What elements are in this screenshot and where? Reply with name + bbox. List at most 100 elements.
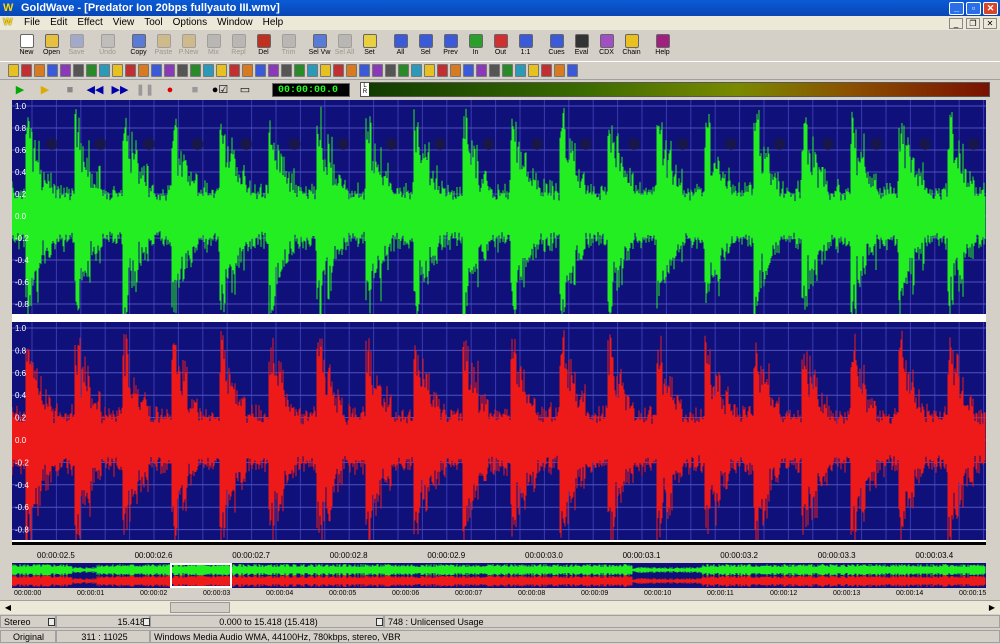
minimize-button[interactable]: _: [949, 1, 964, 15]
save-button[interactable]: Save: [64, 31, 89, 59]
effect-41-icon[interactable]: [528, 64, 539, 77]
cue-marker[interactable]: [94, 138, 107, 150]
scroll-right-icon[interactable]: ▶: [986, 602, 998, 613]
overview-view-window[interactable]: [170, 563, 232, 588]
overview-waveform[interactable]: [12, 563, 986, 588]
maximize-button[interactable]: ▫: [966, 1, 981, 15]
pause-icon[interactable]: ❚❚: [135, 83, 155, 97]
effect-34-icon[interactable]: [437, 64, 448, 77]
menu-tool[interactable]: Tool: [139, 16, 167, 30]
effect-8-icon[interactable]: [99, 64, 110, 77]
new-button[interactable]: New: [14, 31, 39, 59]
effect-16-icon[interactable]: [203, 64, 214, 77]
effect-43-icon[interactable]: [554, 64, 565, 77]
menu-file[interactable]: File: [19, 16, 45, 30]
cue-marker[interactable]: [434, 138, 446, 150]
cue-marker[interactable]: [773, 138, 786, 150]
menu-help[interactable]: Help: [258, 16, 289, 30]
effect-22-icon[interactable]: [281, 64, 292, 77]
effect-24-icon[interactable]: [307, 64, 318, 77]
out-button[interactable]: Out: [488, 31, 513, 59]
effect-9-icon[interactable]: [112, 64, 123, 77]
prev-button[interactable]: Prev: [438, 31, 463, 59]
sel-button[interactable]: Sel: [413, 31, 438, 59]
effect-38-icon[interactable]: [489, 64, 500, 77]
effect-17-icon[interactable]: [216, 64, 227, 77]
cue-marker[interactable]: [482, 138, 495, 150]
paste-button[interactable]: Paste: [151, 31, 176, 59]
eval-button[interactable]: Eval: [569, 31, 594, 59]
cue-marker[interactable]: [919, 138, 931, 150]
undo-button[interactable]: Undo: [95, 31, 120, 59]
cue-marker[interactable]: [676, 138, 689, 150]
sel-vw-button[interactable]: Sel Vw: [307, 31, 332, 59]
cue-marker[interactable]: [337, 138, 349, 150]
play-icon[interactable]: ▶: [10, 83, 30, 97]
cue-marker[interactable]: [143, 138, 155, 150]
effect-1-icon[interactable]: [8, 64, 19, 77]
cue-marker[interactable]: [240, 138, 252, 150]
effect-27-icon[interactable]: [346, 64, 357, 77]
left-channel[interactable]: 1.0 0.8 0.6 0.4 0.2 0.0 -0.2 -0.4 -0.6 -0.8: [12, 100, 986, 314]
cue-marker[interactable]: [385, 138, 398, 150]
open-button[interactable]: Open: [39, 31, 64, 59]
effect-4-icon[interactable]: [47, 64, 58, 77]
effect-10-icon[interactable]: [125, 64, 136, 77]
record-stop-icon[interactable]: ■: [185, 83, 205, 97]
cues-button[interactable]: Cues: [544, 31, 569, 59]
effect-40-icon[interactable]: [515, 64, 526, 77]
doc-close-button[interactable]: ✕: [983, 17, 997, 29]
menu-effect[interactable]: Effect: [72, 16, 107, 30]
del-button[interactable]: Del: [251, 31, 276, 59]
effect-15-icon[interactable]: [190, 64, 201, 77]
fast-forward-icon[interactable]: ▶▶: [110, 83, 130, 97]
effect-21-icon[interactable]: [268, 64, 279, 77]
menu-window[interactable]: Window: [212, 16, 258, 30]
horizontal-scrollbar[interactable]: ◀ ▶: [0, 600, 1000, 614]
cdx-button[interactable]: CDX: [594, 31, 619, 59]
properties-icon[interactable]: ▭: [235, 83, 255, 97]
cue-marker[interactable]: [870, 138, 883, 150]
effect-36-icon[interactable]: [463, 64, 474, 77]
waveform-area[interactable]: 1.0 0.8 0.6 0.4 0.2 0.0 -0.2 -0.4 -0.6 -0.8 1.0 0.…: [12, 100, 986, 542]
p-new-button[interactable]: P.New: [176, 31, 201, 59]
stop-icon[interactable]: ■: [60, 83, 80, 97]
trim-button[interactable]: Trim: [276, 31, 301, 59]
menu-options[interactable]: Options: [168, 16, 212, 30]
effect-33-icon[interactable]: [424, 64, 435, 77]
cue-marker[interactable]: [531, 138, 543, 150]
effect-12-icon[interactable]: [151, 64, 162, 77]
effect-37-icon[interactable]: [476, 64, 487, 77]
effect-42-icon[interactable]: [541, 64, 552, 77]
scroll-thumb[interactable]: [170, 602, 230, 613]
cue-marker[interactable]: [822, 138, 834, 150]
set-button[interactable]: Set: [357, 31, 382, 59]
doc-restore-button[interactable]: ❐: [966, 17, 980, 29]
in-button[interactable]: In: [463, 31, 488, 59]
effect-7-icon[interactable]: [86, 64, 97, 77]
1-1-button[interactable]: 1:1: [513, 31, 538, 59]
cue-marker[interactable]: [579, 138, 592, 150]
close-button[interactable]: ✕: [983, 1, 998, 15]
effect-39-icon[interactable]: [502, 64, 513, 77]
repl-button[interactable]: Repl: [226, 31, 251, 59]
doc-minimize-button[interactable]: _: [949, 17, 963, 29]
effect-20-icon[interactable]: [255, 64, 266, 77]
effect-6-icon[interactable]: [73, 64, 84, 77]
copy-button[interactable]: Copy: [126, 31, 151, 59]
all-button[interactable]: All: [388, 31, 413, 59]
sel-all-button[interactable]: Sel All: [332, 31, 357, 59]
effect-2-icon[interactable]: [21, 64, 32, 77]
effect-35-icon[interactable]: [450, 64, 461, 77]
record-icon[interactable]: ●: [160, 83, 180, 97]
menu-view[interactable]: View: [108, 16, 140, 30]
effect-5-icon[interactable]: [60, 64, 71, 77]
effect-44-icon[interactable]: [567, 64, 578, 77]
effect-13-icon[interactable]: [164, 64, 175, 77]
effect-14-icon[interactable]: [177, 64, 188, 77]
cue-marker[interactable]: [628, 138, 640, 150]
mix-button[interactable]: Mix: [201, 31, 226, 59]
chain-button[interactable]: Chain: [619, 31, 644, 59]
cue-marker[interactable]: [288, 138, 301, 150]
cue-marker[interactable]: [967, 138, 980, 150]
